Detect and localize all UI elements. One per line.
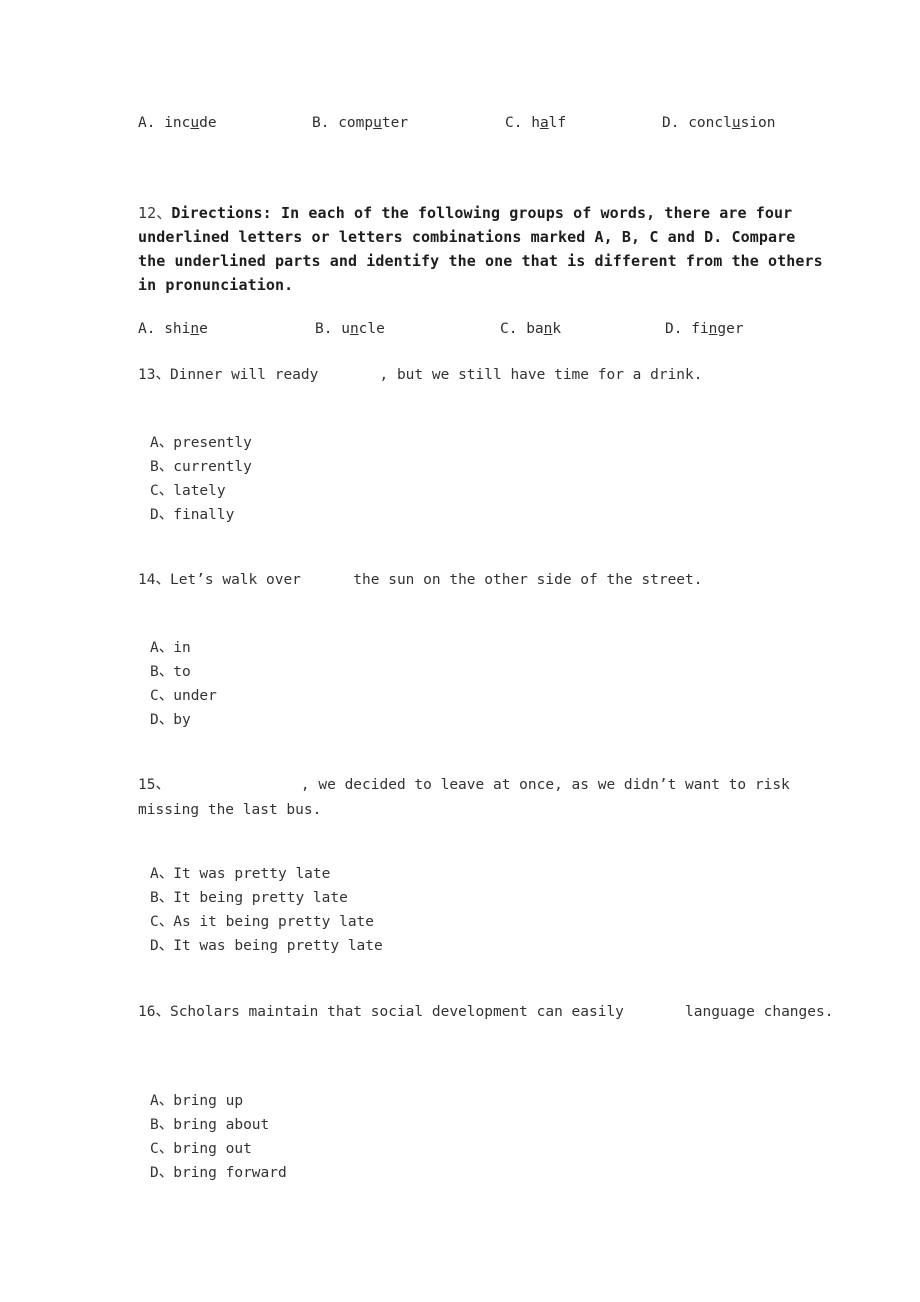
question-number: 13、	[138, 367, 170, 383]
answer-blank[interactable]: _____	[633, 1004, 677, 1020]
answer-option-a[interactable]: A、bring up	[150, 1089, 287, 1113]
option-c[interactable]: C. half	[505, 112, 566, 134]
stem-text-before-blank: Dinner will ready	[169, 367, 328, 383]
answer-option-c[interactable]: C、As it being pretty late	[150, 910, 383, 934]
question-number: 12、	[138, 204, 172, 222]
question-14-stem: 14、Let’s walk over_____ the sun on the o…	[138, 568, 838, 593]
answer-option-c[interactable]: C、bring out	[150, 1137, 287, 1161]
directions-text: Directions: In each of the following gro…	[138, 204, 832, 294]
answer-blank[interactable]: _______________	[170, 777, 301, 793]
option-a[interactable]: A. incude	[138, 112, 217, 134]
stem-text-before-blank: Let’s walk over	[169, 572, 301, 588]
answer-option-a[interactable]: A、in	[150, 636, 217, 660]
answer-option-b[interactable]: B、bring about	[150, 1113, 287, 1137]
underlined-letters: n	[190, 321, 200, 337]
stem-text-before-blank: Scholars maintain that social developmen…	[169, 1004, 633, 1020]
question-number: 16、	[138, 1004, 170, 1020]
question-number: 14、	[138, 572, 170, 588]
stem-text-after-blank: , but we still have time for a drink.	[370, 367, 703, 383]
option-c[interactable]: C. bank	[500, 318, 561, 340]
question-15-stem: 15、_______________, we decided to leave …	[138, 773, 838, 823]
answer-option-a[interactable]: A、It was pretty late	[150, 862, 383, 886]
answer-option-d[interactable]: D、by	[150, 708, 217, 732]
answer-option-d[interactable]: D、finally	[150, 503, 252, 527]
question-14-answers: A、in B、to C、under D、by	[150, 636, 217, 732]
question-15-answers: A、It was pretty late B、It being pretty l…	[150, 862, 383, 958]
option-b[interactable]: B. uncle	[315, 318, 385, 340]
answer-option-c[interactable]: C、under	[150, 684, 217, 708]
pronunciation-options-row-11: A. incude B. computer C. half D. conclus…	[138, 112, 878, 134]
option-b[interactable]: B. computer	[312, 112, 408, 134]
answer-option-b[interactable]: B、It being pretty late	[150, 886, 383, 910]
underlined-letters: u	[731, 115, 741, 131]
question-number: 15、	[138, 777, 170, 793]
answer-option-c[interactable]: C、lately	[150, 479, 252, 503]
answer-option-a[interactable]: A、presently	[150, 431, 252, 455]
option-d[interactable]: D. conclusion	[662, 112, 776, 134]
option-d[interactable]: D. finger	[665, 318, 744, 340]
answer-blank[interactable]: _____	[327, 367, 371, 383]
answer-option-b[interactable]: B、to	[150, 660, 217, 684]
answer-option-d[interactable]: D、It was being pretty late	[150, 934, 383, 958]
answer-option-b[interactable]: B、currently	[150, 455, 252, 479]
question-13-answers: A、presently B、currently C、lately D、final…	[150, 431, 252, 527]
underlined-letters: a	[539, 115, 549, 131]
answer-option-d[interactable]: D、bring forward	[150, 1161, 287, 1185]
stem-text-after-blank: the sun on the other side of the street.	[344, 572, 703, 588]
answer-blank[interactable]: _____	[301, 572, 345, 588]
question-16-answers: A、bring up B、bring about C、bring out D、b…	[150, 1089, 287, 1185]
question-13-stem: 13、Dinner will ready _____ , but we stil…	[138, 363, 838, 388]
question-12-directions: 12、Directions: In each of the following …	[138, 201, 828, 297]
exam-page: A. incude B. computer C. half D. conclus…	[0, 0, 920, 1302]
underlined-letters: u	[190, 115, 200, 131]
underlined-letters: u	[373, 115, 382, 131]
question-16-stem: 16、Scholars maintain that social develop…	[138, 1000, 838, 1025]
pronunciation-options-row-12: A. shine B. uncle C. bank D. finger	[138, 318, 878, 340]
stem-text-after-blank: language changes.	[676, 1004, 834, 1020]
underlined-letters: n	[349, 321, 359, 337]
option-a[interactable]: A. shine	[138, 318, 208, 340]
